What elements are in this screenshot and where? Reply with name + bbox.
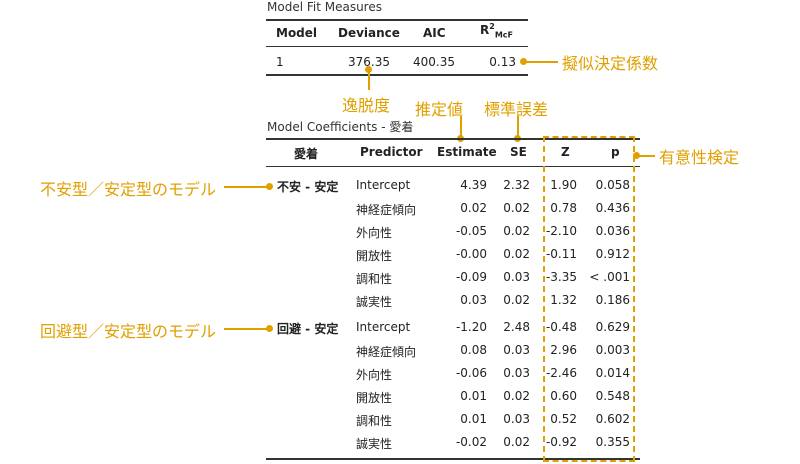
table-row-se: 0.02 bbox=[503, 293, 530, 307]
coef-header-estimate: Estimate bbox=[437, 145, 497, 159]
table-row-predictor: 調和性 bbox=[356, 414, 393, 428]
pseudo-r2-annotation: 擬似決定係数 bbox=[562, 54, 659, 73]
table-row-estimate: 0.01 bbox=[460, 389, 487, 403]
table-row-estimate: -0.02 bbox=[455, 435, 487, 449]
coef-header-group: 愛着 bbox=[294, 147, 319, 161]
fit-header-rule bbox=[266, 46, 528, 47]
table-row-estimate: -0.00 bbox=[455, 247, 487, 261]
table-row-predictor: 調和性 bbox=[356, 272, 393, 286]
coef-header-predictor: Predictor bbox=[360, 145, 423, 159]
table-row-predictor: Intercept bbox=[356, 178, 411, 192]
fit-table-title: Model Fit Measures bbox=[267, 0, 382, 14]
fit-cell-model: 1 bbox=[276, 55, 284, 69]
table-row-se: 2.32 bbox=[503, 178, 530, 192]
table-row-estimate: 0.01 bbox=[460, 412, 487, 426]
deviance-annotation: 逸脱度 bbox=[342, 96, 391, 115]
table-row-predictor: 誠実性 bbox=[356, 295, 393, 309]
fit-header-aic: AIC bbox=[423, 26, 446, 40]
table-row-se: 0.03 bbox=[503, 412, 530, 426]
fit-table-top-rule bbox=[266, 19, 528, 21]
fit-table-bottom-rule bbox=[266, 74, 528, 76]
significance-test-highlight bbox=[543, 136, 635, 462]
fit-header-r2-sub: McF bbox=[494, 30, 513, 40]
model2-leader bbox=[224, 328, 268, 330]
table-row-estimate: 0.02 bbox=[460, 201, 487, 215]
model1-leader bbox=[224, 186, 268, 188]
fit-header-deviance: Deviance bbox=[338, 26, 400, 40]
table-row-se: 0.02 bbox=[503, 435, 530, 449]
table-row-estimate: 4.39 bbox=[460, 178, 487, 192]
se-annotation: 標準誤差 bbox=[484, 100, 549, 119]
table-row-se: 0.03 bbox=[503, 343, 530, 357]
model2-annotation: 回避型／安定型のモデル bbox=[40, 322, 217, 341]
fit-header-r2: R2McF bbox=[480, 22, 513, 39]
model1-dot bbox=[266, 183, 273, 190]
table-row-se: 0.02 bbox=[503, 247, 530, 261]
pseudo-r2-leader bbox=[526, 61, 558, 63]
table-row-predictor: 神経症傾向 bbox=[356, 203, 417, 217]
table-row-estimate: -0.05 bbox=[455, 224, 487, 238]
table-row-se: 0.03 bbox=[503, 366, 530, 380]
table-row-se: 2.48 bbox=[503, 320, 530, 334]
table-row-se: 0.02 bbox=[503, 201, 530, 215]
table-row-estimate: -0.06 bbox=[455, 366, 487, 380]
table-row-estimate: -1.20 bbox=[455, 320, 487, 334]
coef-header-se: SE bbox=[510, 145, 527, 159]
table-row-predictor: Intercept bbox=[356, 320, 411, 334]
table-row-predictor: 開放性 bbox=[356, 249, 393, 263]
table-row-se: 0.02 bbox=[503, 389, 530, 403]
fit-cell-aic: 400.35 bbox=[413, 55, 455, 69]
fit-header-model: Model bbox=[276, 26, 318, 40]
group-label-anxious: 不安 - 安定 bbox=[277, 180, 339, 194]
table-row-estimate: 0.03 bbox=[460, 293, 487, 307]
significance-annotation: 有意性検定 bbox=[659, 148, 740, 167]
table-row-predictor: 外向性 bbox=[356, 226, 393, 240]
table-row-estimate: 0.08 bbox=[460, 343, 487, 357]
table-row-estimate: -0.09 bbox=[455, 270, 487, 284]
deviance-leader bbox=[368, 72, 370, 90]
table-row-se: 0.02 bbox=[503, 224, 530, 238]
table-row-predictor: 開放性 bbox=[356, 391, 393, 405]
significance-leader bbox=[639, 155, 655, 157]
table-row-predictor: 外向性 bbox=[356, 368, 393, 382]
model2-dot bbox=[266, 325, 273, 332]
table-row-se: 0.03 bbox=[503, 270, 530, 284]
group-label-avoidant: 回避 - 安定 bbox=[277, 322, 339, 336]
table-row-predictor: 神経症傾向 bbox=[356, 345, 417, 359]
table-row-predictor: 誠実性 bbox=[356, 437, 393, 451]
fit-cell-r2: 0.13 bbox=[489, 55, 516, 69]
estimate-annotation: 推定値 bbox=[415, 100, 464, 119]
coef-table-title: Model Coefficients - 愛着 bbox=[267, 120, 414, 134]
fit-cell-deviance: 376.35 bbox=[348, 55, 390, 69]
model1-annotation: 不安型／安定型のモデル bbox=[40, 180, 217, 199]
fit-header-r2-letter: R bbox=[480, 23, 490, 37]
